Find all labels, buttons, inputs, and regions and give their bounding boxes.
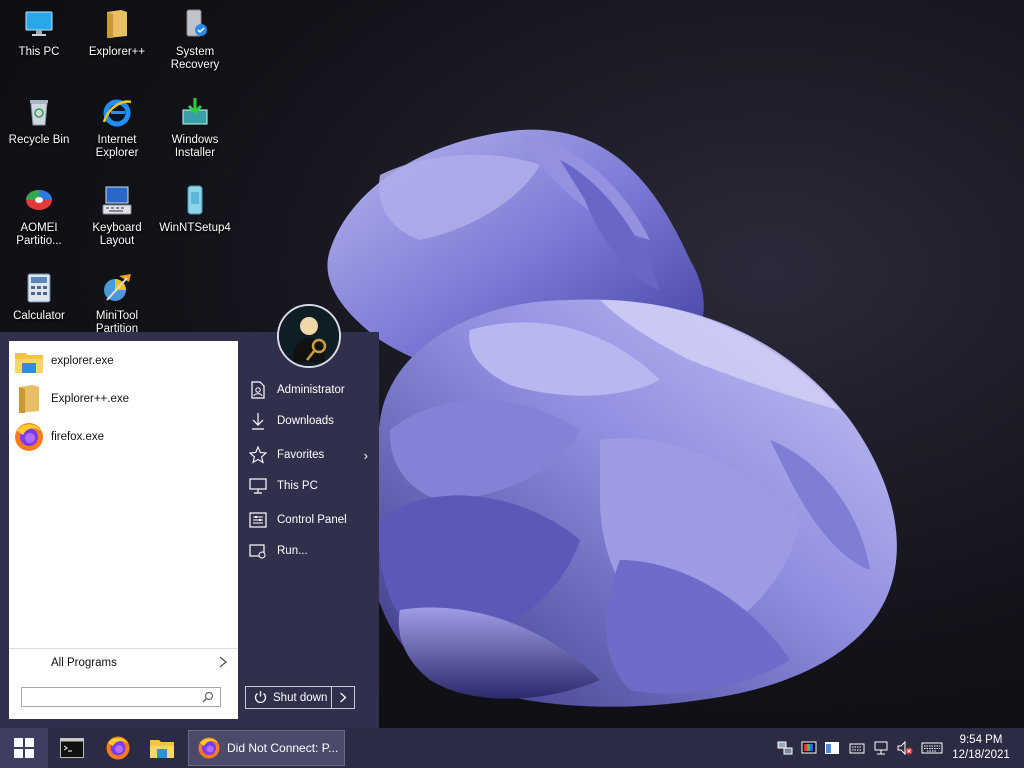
desktop-icon-calculator[interactable]: Calculator	[0, 272, 78, 323]
firefox-icon	[13, 421, 45, 453]
all-programs-button[interactable]: All Programs	[9, 648, 238, 676]
keyboard-tray-icon[interactable]	[849, 740, 865, 759]
desktop-icon-windows-installer[interactable]: Windows Installer	[156, 96, 234, 160]
program-item-explorer-plus[interactable]: Explorer++.exe	[13, 381, 235, 417]
desktop-icon-this-pc[interactable]: This PC	[0, 8, 78, 59]
clock-time: 9:54 PM	[959, 734, 1003, 746]
program-label: firefox.exe	[51, 431, 105, 443]
desktop-icon-label: WinNTSetup4	[159, 222, 231, 234]
desktop-icon-explorer-plus[interactable]: Explorer++	[78, 8, 156, 59]
program-item-firefox[interactable]: firefox.exe	[13, 419, 235, 455]
aomei-icon	[23, 184, 55, 216]
task-title: Did Not Connect: P...	[227, 741, 339, 755]
taskbar: Did Not Connect: P... 9:54 PM 12/18/2021	[0, 728, 1024, 768]
windows-logo-icon	[14, 738, 34, 758]
program-label: Explorer++.exe	[51, 393, 129, 405]
desktop-icon-label: Recycle Bin	[8, 134, 70, 146]
desktop-icon-winntsetup[interactable]: WinNTSetup4	[156, 184, 234, 235]
recycle-bin-icon	[23, 96, 55, 128]
minitool-icon	[101, 272, 133, 304]
start-item-this-pc[interactable]: This PC	[248, 473, 372, 499]
taskbar-clock[interactable]: 9:54 PM 12/18/2021	[946, 733, 1016, 763]
desktop-icon-label: Keyboard Layout	[92, 222, 142, 247]
program-label: explorer.exe	[51, 355, 114, 367]
taskbar-pinned-cmd[interactable]	[54, 728, 90, 768]
folder-icon	[13, 383, 45, 415]
chevron-right-icon	[218, 655, 238, 671]
installer-icon	[179, 96, 211, 128]
start-button[interactable]	[0, 728, 48, 768]
start-search-input[interactable]	[22, 688, 197, 706]
control-panel-icon	[248, 510, 268, 530]
start-item-label: Downloads	[277, 415, 334, 427]
cmd-icon	[60, 738, 84, 758]
user-doc-icon	[248, 380, 268, 400]
desktop-icon-label: Calculator	[13, 310, 65, 322]
input-keyboard-icon[interactable]	[921, 740, 943, 759]
ethernet-tray-icon[interactable]	[873, 740, 889, 759]
star-icon	[248, 445, 268, 465]
internet-explorer-icon	[101, 96, 133, 128]
start-item-control-panel[interactable]: Control Panel	[248, 507, 372, 533]
chevron-right-icon: ›	[363, 447, 368, 463]
desktop-icon-label: Internet Explorer	[95, 134, 139, 159]
desktop-icon-aomei[interactable]: AOMEI Partitio...	[0, 184, 78, 248]
display-tray-icon[interactable]	[801, 740, 817, 759]
monitor-icon	[23, 8, 55, 40]
taskbar-active-task-firefox[interactable]: Did Not Connect: P...	[188, 730, 345, 766]
start-menu-programs-panel: explorer.exe Explorer++.exe firefox.exe …	[9, 341, 238, 719]
power-icon	[254, 690, 267, 706]
desktop-icon-keyboard-layout[interactable]: Keyboard Layout	[78, 184, 156, 248]
volume-muted-icon[interactable]	[897, 740, 913, 759]
clock-date: 12/18/2021	[952, 749, 1010, 761]
start-item-administrator[interactable]: Administrator	[248, 377, 372, 403]
program-item-explorer[interactable]: explorer.exe	[13, 343, 235, 379]
start-item-favorites[interactable]: Favorites ›	[248, 442, 372, 468]
user-avatar-icon	[279, 306, 339, 366]
start-item-run[interactable]: Run...	[248, 538, 372, 564]
start-menu: explorer.exe Explorer++.exe firefox.exe …	[0, 304, 379, 728]
winntsetup-icon	[179, 184, 211, 216]
start-item-label: Favorites	[277, 449, 325, 461]
start-search-box[interactable]	[21, 687, 221, 707]
taskbar-pinned-file-explorer[interactable]	[144, 728, 180, 768]
computer-icon	[248, 476, 268, 496]
run-icon	[248, 541, 268, 561]
shutdown-options-button[interactable]	[332, 686, 355, 709]
desktop-icon-label: Windows Installer	[171, 134, 219, 159]
user-avatar[interactable]	[277, 304, 341, 368]
desktop-icon-system-recovery[interactable]: System Recovery	[156, 8, 234, 72]
shutdown-button[interactable]: Shut down	[245, 686, 332, 709]
firefox-icon	[106, 736, 130, 760]
start-item-downloads[interactable]: Downloads	[248, 408, 372, 434]
desktop-icon-label: System Recovery	[170, 46, 220, 71]
recovery-icon	[179, 8, 211, 40]
window-tray-icon[interactable]	[824, 740, 840, 759]
desktop-icon-recycle-bin[interactable]: Recycle Bin	[0, 96, 78, 147]
explorer-folder-icon	[13, 345, 45, 377]
calculator-icon	[23, 272, 55, 304]
all-programs-label: All Programs	[51, 656, 117, 669]
desktop-icon-label: AOMEI Partitio...	[16, 222, 62, 247]
chevron-right-icon	[340, 692, 347, 703]
firefox-icon	[198, 737, 220, 759]
start-item-label: Run...	[277, 545, 308, 557]
desktop-icon-internet-explorer[interactable]: Internet Explorer	[78, 96, 156, 160]
network-tray-icon[interactable]	[777, 740, 793, 759]
keyboard-layout-icon	[101, 184, 133, 216]
taskbar-pinned-firefox[interactable]	[100, 728, 136, 768]
desktop-icon-label: Explorer++	[88, 46, 146, 58]
file-explorer-icon	[150, 740, 174, 758]
start-item-label: Administrator	[277, 384, 345, 396]
folder-icon	[101, 8, 133, 40]
shutdown-group: Shut down	[245, 686, 355, 709]
start-item-label: Control Panel	[277, 514, 347, 526]
download-icon	[248, 411, 268, 431]
desktop-icon-label: This PC	[18, 46, 60, 58]
start-item-label: This PC	[277, 480, 318, 492]
shutdown-label: Shut down	[273, 691, 328, 704]
search-icon[interactable]	[202, 691, 214, 706]
